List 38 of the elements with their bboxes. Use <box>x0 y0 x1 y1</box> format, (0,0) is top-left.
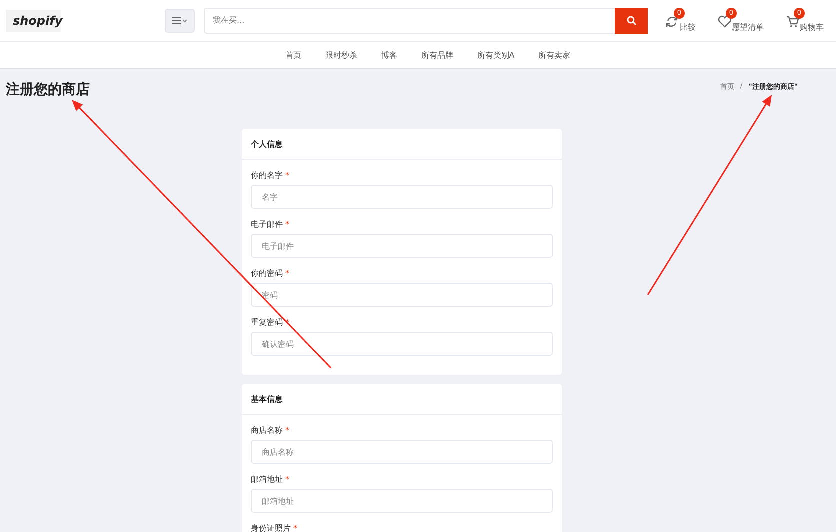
action-label: 购物车 <box>800 22 824 32</box>
cart-icon <box>786 15 800 29</box>
field-label: 邮箱地址 * <box>251 475 291 485</box>
search-field[interactable]: 我在买... <box>204 8 615 34</box>
search-button[interactable] <box>615 8 648 34</box>
heart-icon <box>718 15 732 29</box>
required-mark: * <box>286 171 290 180</box>
input-field[interactable]: 邮箱地址 <box>251 489 553 513</box>
action-label: 比较 <box>680 22 696 32</box>
field-label: 商店名称 * <box>251 426 291 436</box>
input-field[interactable]: 名字 <box>251 185 553 209</box>
required-mark: * <box>286 269 290 278</box>
search-icon <box>626 16 636 26</box>
required-mark: * <box>286 426 290 435</box>
refresh-icon <box>666 15 680 29</box>
action-label: 愿望清单 <box>732 22 764 32</box>
nav-link[interactable]: 所有类别A <box>477 50 515 60</box>
nav-link[interactable]: 所有品牌 <box>421 50 454 60</box>
menu-icon <box>172 16 188 24</box>
nav-link[interactable]: 博客 <box>381 50 398 60</box>
field-label: 你的密码 * <box>251 269 291 279</box>
nav-link[interactable]: 限时秒杀 <box>325 50 358 60</box>
required-mark: * <box>294 524 298 532</box>
section-title: 基本信息 <box>242 384 562 415</box>
nav-link[interactable]: 所有卖家 <box>538 50 571 60</box>
input-field[interactable]: 确认密码 <box>251 332 553 356</box>
logo[interactable]: shopify <box>6 10 61 32</box>
required-mark: * <box>286 475 290 484</box>
nav-link[interactable]: 首页 <box>285 50 302 60</box>
page-title: 注册您的商店 <box>6 81 90 99</box>
menu-button[interactable] <box>165 8 195 32</box>
field-label: 你的名字 * <box>251 171 291 181</box>
field-label: 身份证照片 * <box>251 524 299 532</box>
input-field[interactable]: 电子邮件 <box>251 234 553 258</box>
field-label: 电子邮件 * <box>251 220 291 230</box>
required-mark: * <box>286 220 290 229</box>
section-title: 个人信息 <box>242 129 562 160</box>
input-field[interactable]: 商店名称 <box>251 440 553 464</box>
